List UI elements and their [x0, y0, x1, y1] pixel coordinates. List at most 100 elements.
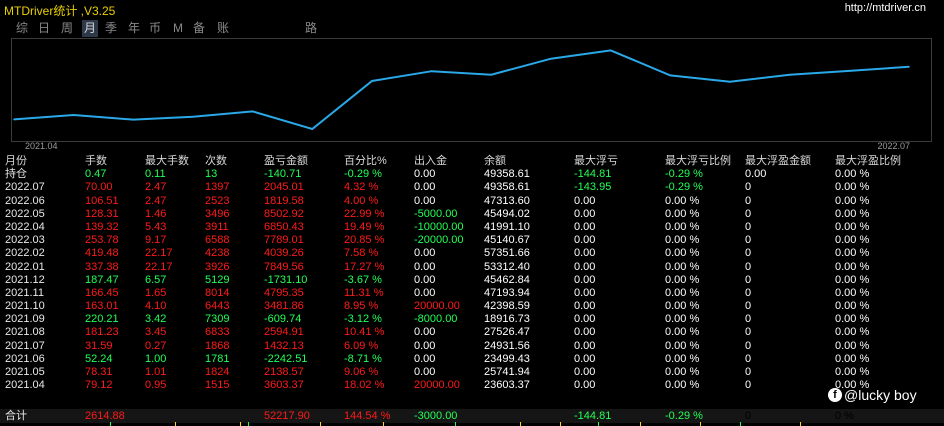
tab-6[interactable]: 币	[147, 20, 163, 37]
table-cell: 4.10	[145, 300, 167, 313]
tab-9[interactable]: 账户	[215, 20, 231, 52]
balance-point-2021.12	[490, 73, 493, 76]
table-cell: 0	[745, 313, 752, 326]
table-row: 2021.05 78.31 1.01 1824 2138.57 9.06 % 0.00 257…	[0, 366, 944, 379]
table-cell: 2.47	[145, 194, 167, 207]
table-cell: 0.00 %	[835, 247, 870, 260]
table-cell: 20000.00	[414, 379, 460, 392]
column-header[interactable]: 最大浮亏比例	[665, 155, 731, 168]
table-cell: 18916.73	[484, 313, 530, 326]
table-cell: 0.00	[574, 352, 596, 365]
table-cell: 0	[745, 194, 752, 207]
table-cell: -20000.00	[414, 234, 464, 247]
column-header[interactable]: 百分比%	[344, 155, 387, 168]
table-cell: 0.00	[414, 326, 436, 339]
table-cell: 22.17	[145, 260, 173, 273]
column-header[interactable]: 盈亏金额	[264, 155, 308, 168]
chart-x-start-label: 2021.04	[25, 141, 58, 151]
table-cell: 3.45	[145, 326, 167, 339]
table-cell: 0.00 %	[665, 366, 700, 378]
table-cell: 6.09 %	[344, 339, 379, 352]
activity-tick	[110, 422, 111, 426]
table-cell: 2022.07	[5, 181, 45, 194]
table-cell: 6.57	[145, 273, 167, 286]
table-cell: 6833	[205, 326, 230, 339]
column-header[interactable]: 余额	[484, 155, 506, 168]
table-cell: 220.21	[85, 313, 119, 326]
activity-tick	[320, 422, 321, 426]
table-cell: 4795.35	[264, 286, 304, 299]
table-cell: 106.51	[85, 194, 119, 207]
table-cell: 24931.56	[484, 339, 530, 352]
table-cell: 0	[745, 339, 752, 352]
column-header[interactable]: 最大浮亏	[574, 155, 618, 168]
table-cell: -5000.00	[414, 207, 458, 220]
column-header[interactable]: 最大浮盈金额	[745, 155, 811, 168]
tab-1[interactable]: 日	[36, 20, 52, 37]
column-header[interactable]: 次数	[205, 155, 227, 168]
table-cell: 0.00	[574, 260, 596, 273]
column-header[interactable]: 手数	[85, 155, 107, 168]
tab-7[interactable]: M	[171, 20, 185, 37]
table-cell: 2021.07	[5, 339, 45, 352]
table-row: 2022.06 106.51 2.47 2523 1819.58 4.00 % 0.00 47…	[0, 195, 944, 208]
table-cell: 2045.01	[264, 181, 304, 194]
table-cell: 8502.92	[264, 207, 304, 220]
table-cell: 10.41 %	[344, 326, 385, 339]
table-cell: 0.00	[574, 247, 596, 260]
table-cell: 1397	[205, 181, 230, 194]
table-cell: 7309	[205, 313, 230, 326]
website-link[interactable]: http://mtdriver.cn	[845, 2, 926, 14]
table-cell: 187.47	[85, 273, 119, 286]
column-header[interactable]: 出入金	[414, 155, 447, 168]
table-cell: 0	[745, 247, 752, 260]
table-cell: 1432.13	[264, 339, 304, 352]
tab-2[interactable]: 周	[59, 20, 75, 37]
table-cell: 2021.06	[5, 352, 45, 365]
app-title: MTDriver统计 ,V3.25	[4, 4, 116, 18]
tab-4[interactable]: 季	[103, 20, 119, 37]
table-cell: 0.00	[414, 260, 436, 273]
table-cell: 0.00	[414, 247, 436, 260]
tab-3[interactable]: 月	[82, 20, 99, 37]
table-cell: 3603.37	[264, 379, 304, 392]
table-cell: 1.01	[145, 366, 167, 378]
table-cell: 0.00 %	[835, 207, 870, 220]
table-cell: 0.00 %	[665, 273, 700, 286]
table-cell: 8014	[205, 286, 230, 299]
table-cell: 0.00	[574, 379, 596, 392]
table-row: 2021.07 31.59 0.27 1868 1432.13 6.09 % 0.00 249…	[0, 340, 944, 353]
table-row: 持仓 0.47 0.11 13 -140.71 -0.29 % 0.00 49358.61 -1…	[0, 168, 944, 181]
table-cell: 2022.04	[5, 220, 45, 233]
column-header[interactable]: 月份	[5, 155, 27, 168]
activity-tick	[248, 422, 249, 426]
table-cell: 0.47	[85, 168, 107, 181]
table-row: 2021.12 187.47 6.57 5129 -1731.10 -3.67 % 0.00…	[0, 274, 944, 287]
table-cell: 17.27 %	[344, 260, 385, 273]
table-cell: 27526.47	[484, 326, 530, 339]
column-header[interactable]: 最大手数	[145, 155, 189, 168]
tab-5[interactable]: 年	[126, 20, 142, 37]
balance-point-2021.10	[371, 80, 373, 82]
table-cell: 0.00 %	[835, 366, 870, 378]
tab-0[interactable]: 综	[14, 20, 30, 37]
balance-point-2021.09	[311, 128, 314, 130]
tab-10[interactable]: 路径	[303, 20, 319, 52]
table-cell: 253.78	[85, 234, 119, 247]
balance-point-2021.07	[192, 115, 194, 118]
tab-8[interactable]: 备	[191, 20, 207, 37]
table-cell: 78.31	[85, 366, 113, 378]
table-row: 2022.02 419.48 22.17 4238 4039.26 7.58 % 0.00 5…	[0, 247, 944, 260]
balance-point-2021.04	[13, 118, 15, 121]
table-row: 2021.06 52.24 1.00 1781 -2242.51 -8.71 % 0.00 2…	[0, 353, 944, 366]
table-cell: 79.12	[85, 379, 113, 392]
table-row: 2021.04 79.12 0.95 1515 3603.37 18.02 % 20000.…	[0, 379, 944, 392]
column-header[interactable]: 最大浮盈比例	[835, 155, 901, 168]
watermark-logo-icon: f	[828, 388, 842, 402]
table-cell: 166.45	[85, 286, 119, 299]
table-cell: 0.00	[414, 181, 436, 194]
table-cell: 2021.10	[5, 300, 45, 313]
table-cell: 2022.01	[5, 260, 45, 273]
table-row: 2022.05 128.31 1.46 3496 8502.92 22.99 % -5000…	[0, 208, 944, 221]
table-cell: 45140.67	[484, 234, 530, 247]
